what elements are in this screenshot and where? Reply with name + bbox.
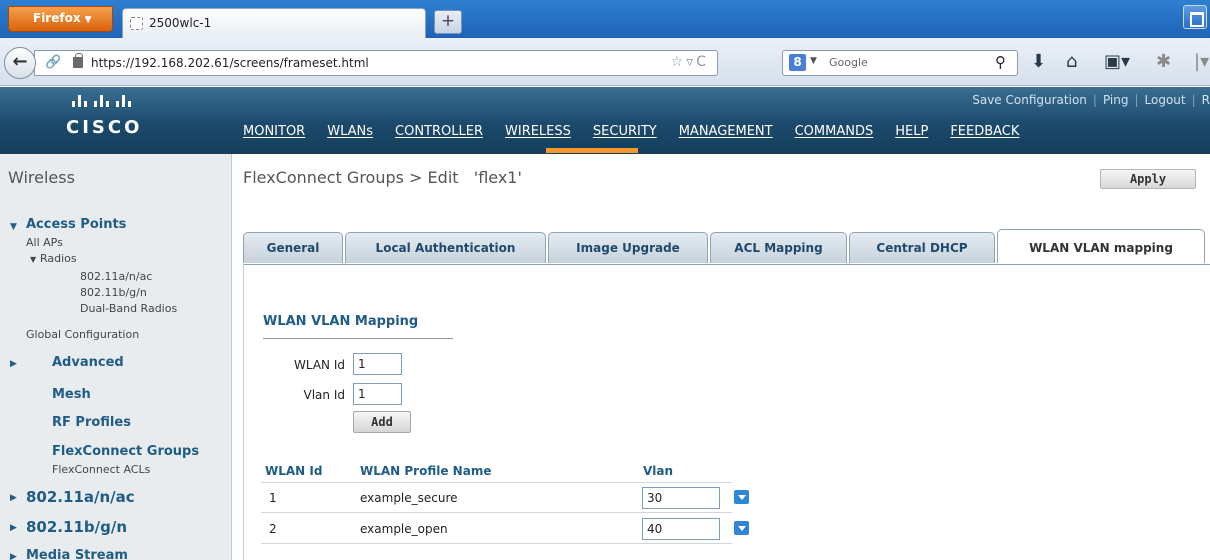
menu-monitor[interactable]: MONITOR (243, 124, 305, 139)
tab-general[interactable]: General (243, 232, 343, 263)
collapsed-triangle-icon[interactable]: ▶ (10, 523, 17, 533)
cisco-header: CISCO Save Configuration | Ping | Logout | R M… (0, 87, 1210, 154)
sidebar-item-band-b[interactable]: 802.11b/g/n (26, 518, 127, 536)
tab-local-authentication[interactable]: Local Authentication (345, 232, 546, 263)
dropdown-arrow-icon[interactable] (734, 521, 749, 535)
expanded-triangle-icon[interactable]: ▼ (30, 255, 36, 264)
cisco-logo-text: CISCO (66, 117, 143, 138)
collapsed-triangle-icon[interactable]: ▶ (10, 552, 17, 560)
sidebar-item-global-config[interactable]: Global Configuration (26, 328, 139, 341)
sidebar-item-radio-a[interactable]: 802.11a/n/ac (80, 270, 152, 283)
main-menu: MONITOR WLANs CONTROLLER WIRELESS SECURITY MA… (243, 124, 1041, 139)
tab-wlan-vlan-mapping[interactable]: WLAN VLAN mapping (997, 229, 1205, 263)
page-icon (130, 17, 143, 30)
collapsed-triangle-icon[interactable]: ▶ (10, 359, 17, 369)
row-vlan-input[interactable]: 40 (642, 518, 720, 540)
row-profile-name: example_open (360, 522, 448, 536)
row-profile-name: example_secure (360, 491, 458, 505)
browser-tab-title: 2500wlc-1 (149, 16, 212, 30)
active-menu-indicator (546, 148, 638, 153)
firefox-menu-label: Firefox (33, 11, 81, 25)
addon-icon[interactable]: ✱ (1156, 52, 1171, 72)
apply-button[interactable]: Apply (1100, 169, 1196, 189)
search-engine-name: Google (829, 56, 868, 69)
sidebar-title: Wireless (8, 168, 75, 187)
column-header-wlan-id: WLAN Id (265, 464, 323, 478)
row-wlan-id: 1 (269, 491, 277, 505)
expanded-triangle-icon[interactable]: ▼ (10, 222, 17, 232)
menu-commands[interactable]: COMMANDS (795, 124, 874, 139)
search-bar[interactable]: 8 ▼ Google ⚲ (782, 50, 1018, 76)
sidebar-item-band-a[interactable]: 802.11a/n/ac (26, 488, 135, 506)
lock-icon (73, 53, 83, 68)
bookmark-star-icon[interactable]: ☆▿C (671, 54, 709, 70)
browser-tab[interactable]: 2500wlc-1 (122, 8, 426, 38)
sidebar-item-advanced[interactable]: Advanced (52, 355, 124, 370)
table-row: 1 example_secure 30 (261, 483, 749, 513)
logout-link[interactable]: Logout (1145, 93, 1186, 107)
ping-link[interactable]: Ping (1103, 93, 1129, 107)
site-identity-icon[interactable]: 🔗 (45, 55, 63, 71)
tab-central-dhcp[interactable]: Central DHCP (849, 232, 995, 263)
sidebar-item-access-points[interactable]: Access Points (26, 217, 126, 232)
refresh-link[interactable]: R (1202, 93, 1210, 107)
sidebar-item-media-stream[interactable]: Media Stream (26, 548, 128, 560)
menu-management[interactable]: MANAGEMENT (679, 124, 773, 139)
column-header-vlan: Vlan (643, 464, 674, 478)
sidebar-item-radio-b[interactable]: 802.11b/g/n (80, 286, 147, 299)
menu-controller[interactable]: CONTROLLER (395, 124, 483, 139)
sidebar-item-radios[interactable]: Radios (40, 252, 77, 265)
column-header-profile-name: WLAN Profile Name (360, 464, 492, 478)
sidebar-item-all-aps[interactable]: All APs (26, 236, 63, 249)
sidebar-item-dual-band[interactable]: Dual-Band Radios (80, 302, 177, 315)
url-text: https://192.168.202.61/screens/frameset.… (91, 56, 369, 70)
sidebar-item-flexconnect-groups[interactable]: FlexConnect Groups (52, 444, 199, 459)
save-configuration-link[interactable]: Save Configuration (972, 93, 1087, 107)
sidebar-item-rf-profiles[interactable]: RF Profiles (52, 415, 131, 430)
bookmarks-menu-icon[interactable]: ▣▾ (1104, 52, 1130, 72)
chevron-down-icon: ▼ (84, 15, 92, 25)
vlan-id-label: Vlan Id (303, 388, 345, 402)
row-vlan-input[interactable]: 30 (642, 487, 720, 509)
menu-help[interactable]: HELP (895, 124, 928, 139)
sidebar: Wireless ▼ Access Points All APs ▼ Radio… (0, 154, 232, 560)
menu-security[interactable]: SECURITY (593, 124, 657, 139)
tab-image-upgrade[interactable]: Image Upgrade (548, 232, 708, 263)
chevron-down-icon: ▼ (810, 56, 817, 66)
browser-nav-bar: 🔗 https://192.168.202.61/screens/framese… (0, 38, 1210, 86)
window-restore-icon[interactable] (1183, 5, 1207, 29)
tab-acl-mapping[interactable]: ACL Mapping (710, 232, 847, 263)
firefox-menu-button[interactable]: Firefox ▼ (8, 6, 113, 32)
menu-wireless[interactable]: WIRELESS (505, 124, 571, 139)
sidebar-item-flexconnect-acls[interactable]: FlexConnect ACLs (52, 463, 150, 476)
wlan-id-input[interactable]: 1 (353, 353, 402, 375)
breadcrumb: FlexConnect Groups > Edit 'flex1' (243, 168, 522, 187)
browser-title-bar: Firefox ▼ 2500wlc-1 + (0, 0, 1210, 38)
new-tab-button[interactable]: + (434, 10, 462, 34)
table-row: 2 example_open 40 (261, 514, 749, 544)
wlan-id-label: WLAN Id (294, 358, 345, 372)
main-content: FlexConnect Groups > Edit 'flex1' Apply … (233, 154, 1210, 560)
menu-wlans[interactable]: WLANs (327, 124, 373, 139)
home-icon[interactable]: ⌂ (1066, 52, 1077, 72)
vlan-id-input[interactable]: 1 (353, 383, 402, 405)
overflow-icon[interactable]: |▾ (1194, 52, 1209, 72)
magnifier-icon[interactable]: ⚲ (995, 54, 1011, 70)
tab-bar: General Local Authentication Image Upgra… (243, 229, 1210, 266)
download-icon[interactable]: ⬇ (1031, 52, 1046, 72)
row-wlan-id: 2 (269, 522, 277, 536)
address-bar[interactable]: 🔗 https://192.168.202.61/screens/framese… (34, 50, 718, 76)
collapsed-triangle-icon[interactable]: ▶ (10, 493, 17, 503)
header-links: Save Configuration | Ping | Logout | R (972, 93, 1210, 107)
menu-feedback[interactable]: FEEDBACK (950, 124, 1019, 139)
sidebar-item-mesh[interactable]: Mesh (52, 387, 91, 402)
dropdown-arrow-icon[interactable] (734, 490, 749, 504)
back-button[interactable]: ← (4, 47, 36, 79)
add-button[interactable]: Add (353, 411, 411, 433)
section-divider (263, 338, 453, 339)
section-title: WLAN VLAN Mapping (263, 314, 419, 329)
search-engine-icon[interactable]: 8 (789, 54, 806, 71)
